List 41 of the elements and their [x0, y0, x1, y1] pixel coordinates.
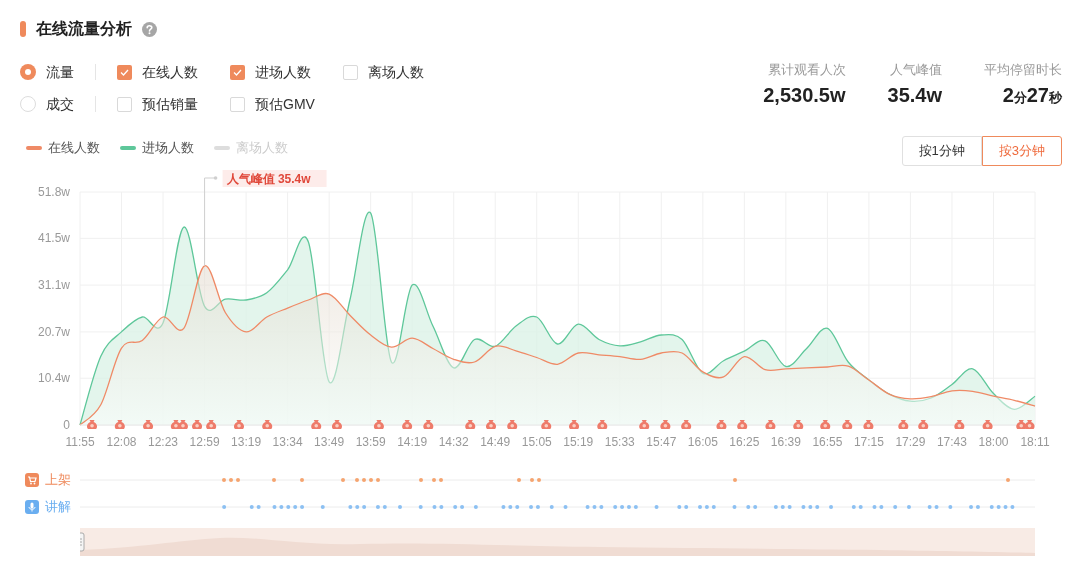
stat-value: 35.4w — [887, 83, 942, 108]
stat-label: 平均停留时长 — [984, 61, 1062, 79]
axis-label: 13:49 — [314, 435, 345, 449]
axis-label: 12:23 — [148, 435, 179, 449]
track-label: 讲解 — [45, 497, 71, 516]
axis-label: 11:55 — [65, 435, 95, 449]
axis-label: 15:47 — [646, 435, 677, 449]
axis-label: 16:05 — [687, 435, 718, 449]
axis-label: 15:33 — [604, 435, 635, 449]
stat-label: 人气峰值 — [890, 61, 942, 79]
axis-label: 14:19 — [397, 435, 428, 449]
section-title: 在线流量分析 — [36, 19, 132, 39]
axis-label: 17:15 — [853, 435, 884, 449]
axis-label: 31.1w — [37, 278, 70, 293]
axis-label: 16:25 — [729, 435, 760, 449]
axis-label: 0 — [63, 418, 70, 432]
axis-label: 15:19 — [563, 435, 594, 449]
axis-label: 13:59 — [355, 435, 386, 449]
axis-label: 18:00 — [978, 435, 1009, 449]
axis-label: 14:49 — [480, 435, 511, 449]
axis-label: 13:34 — [272, 435, 303, 449]
axis-label: 20.7w — [37, 324, 70, 339]
axis-label: 18:11 — [1020, 435, 1050, 449]
axis-label: 13:19 — [231, 435, 262, 449]
axis-label: 16:55 — [812, 435, 843, 449]
axis-label: 12:08 — [106, 435, 137, 449]
track-label: 上架 — [45, 470, 71, 489]
axis-label: 17:29 — [895, 435, 926, 449]
axis-label: 16:39 — [770, 435, 801, 449]
axis-label: 12:59 — [189, 435, 220, 449]
peak-label: 人气峰值 35.4w — [222, 170, 327, 187]
stat-value: 2分27秒 — [1002, 83, 1062, 108]
axis-label: 17:43 — [936, 435, 967, 449]
axis-label: 15:05 — [521, 435, 552, 449]
axis-label: 10.4w — [37, 371, 70, 386]
stat-label: 累计观看人次 — [767, 61, 846, 79]
axis-label: 41.5w — [37, 231, 70, 246]
axis-label: 51.8w — [37, 185, 70, 199]
axis-label: 14:32 — [438, 435, 469, 449]
annotation: 人气峰值 35.4w — [225, 172, 312, 186]
stat-value: 2,530.5w — [763, 83, 846, 108]
